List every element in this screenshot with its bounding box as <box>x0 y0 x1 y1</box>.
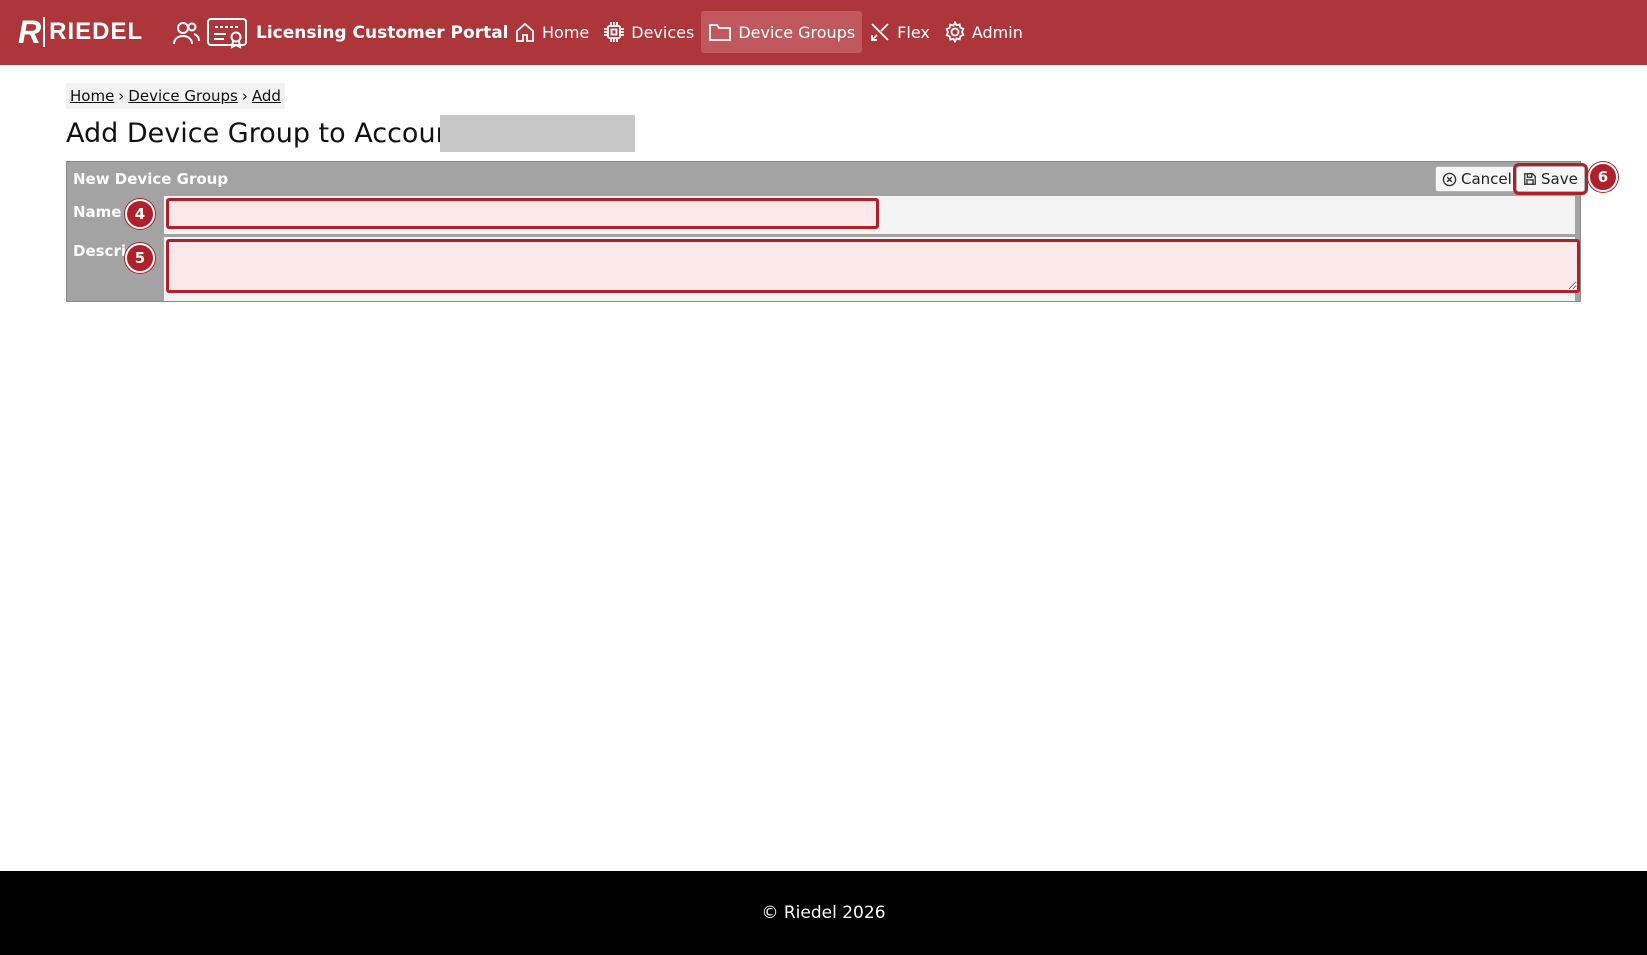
nav-item-admin[interactable]: Admin <box>937 11 1030 53</box>
gear-icon <box>945 21 965 43</box>
form-header: New Device Group Cancel Save <box>67 162 1588 196</box>
riedel-logo[interactable]: R RIEDEL <box>18 14 143 50</box>
page-title: Add Device Group to Account <box>66 118 464 149</box>
nav-item-home[interactable]: Home <box>507 11 596 53</box>
breadcrumb-device-groups[interactable]: Device Groups <box>128 87 238 105</box>
footer: © Riedel 2026 <box>0 871 1647 955</box>
logo-divider <box>43 17 46 47</box>
name-field-row <box>164 196 1575 234</box>
save-button[interactable]: Save <box>1513 163 1588 195</box>
license-certificate-icon <box>207 18 247 49</box>
top-navigation-bar: R RIEDEL Licensing Customer Portal Home <box>0 0 1647 65</box>
name-label: Name <box>73 203 122 221</box>
breadcrumb: Home › Device Groups › Add <box>66 83 285 109</box>
description-field-row <box>164 237 1580 301</box>
nav-item-label: Devices <box>631 22 695 42</box>
form-title: New Device Group <box>73 170 229 188</box>
floppy-disk-icon <box>1524 173 1536 185</box>
main-nav: Home Devices Device Groups Flex Admin <box>507 11 1030 53</box>
cancel-label: Cancel <box>1461 170 1512 188</box>
step-badge-6: 6 <box>1588 162 1618 192</box>
chip-icon <box>604 22 625 42</box>
folder-icon <box>709 24 732 41</box>
home-icon <box>516 22 534 42</box>
save-label: Save <box>1541 170 1578 188</box>
nav-item-label: Admin <box>971 22 1023 42</box>
nav-item-device-groups[interactable]: Device Groups <box>701 11 863 53</box>
chevron-right-icon: › <box>241 87 248 105</box>
chevron-right-icon: › <box>118 87 125 105</box>
breadcrumb-home[interactable]: Home <box>70 87 114 105</box>
logo-mark: R <box>18 14 41 50</box>
portal-title: Licensing Customer Portal <box>256 23 509 43</box>
nav-item-label: Home <box>542 22 590 42</box>
cancel-button[interactable]: Cancel <box>1435 166 1519 192</box>
description-textarea[interactable] <box>166 239 1580 293</box>
cancel-circle-icon <box>1442 172 1457 186</box>
breadcrumb-add[interactable]: Add <box>252 87 281 105</box>
nav-item-devices[interactable]: Devices <box>596 11 701 53</box>
nav-item-label: Flex <box>897 22 930 42</box>
step-badge-5: 5 <box>125 243 155 273</box>
users-icon <box>173 22 200 45</box>
nav-item-label: Device Groups <box>738 22 856 42</box>
footer-copyright: © Riedel 2026 <box>761 903 886 923</box>
new-device-group-form: New Device Group Cancel Save Name Descri… <box>66 161 1588 302</box>
account-name-redacted <box>440 115 635 152</box>
nav-item-flex[interactable]: Flex <box>862 11 937 53</box>
portal-header: Licensing Customer Portal <box>172 16 509 50</box>
step-badge-4: 4 <box>125 199 155 229</box>
logo-wordmark: RIEDEL <box>49 18 144 45</box>
name-input[interactable] <box>166 198 879 229</box>
flex-icon <box>871 23 889 41</box>
